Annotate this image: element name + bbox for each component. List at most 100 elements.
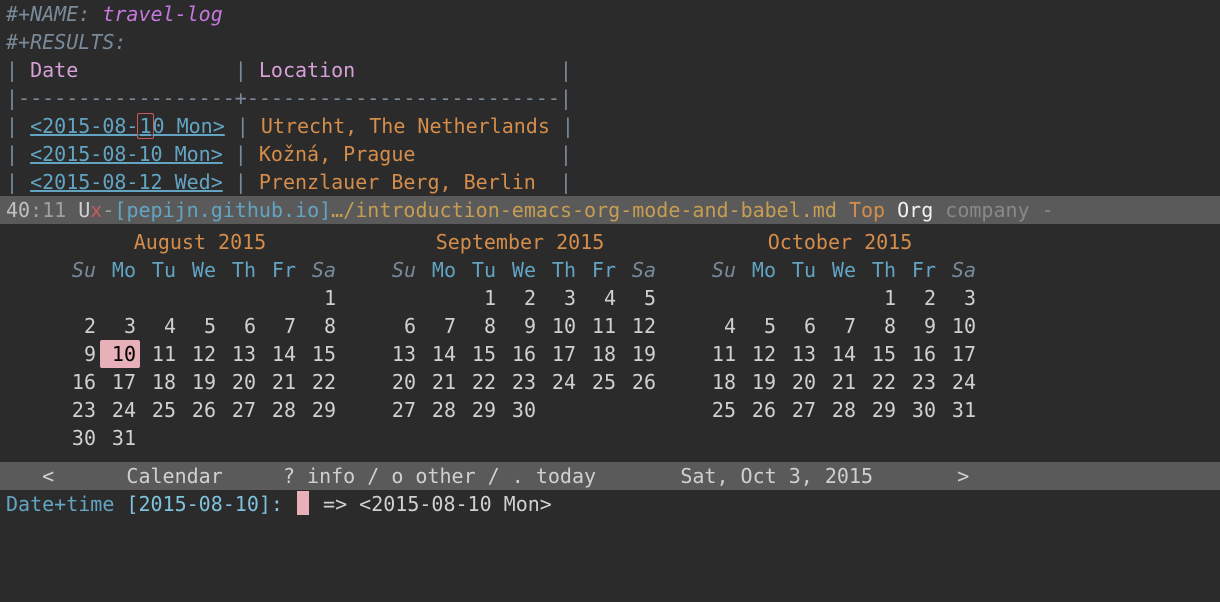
calendar-day[interactable]: 1 [460, 284, 500, 312]
calendar-day[interactable]: 10 [540, 312, 580, 340]
calendar-day[interactable]: 30 [900, 396, 940, 424]
cal-next[interactable]: > [957, 464, 969, 488]
calendar-day[interactable]: 4 [140, 312, 180, 340]
calendar-day[interactable]: 23 [60, 396, 100, 424]
calendar-day[interactable]: 3 [540, 284, 580, 312]
calendar-day[interactable]: 10 [100, 340, 140, 368]
calendar-day[interactable]: 7 [820, 312, 860, 340]
date-cell[interactable]: <2015-08-12 Wed> [30, 170, 223, 194]
calendar-day[interactable]: 21 [820, 368, 860, 396]
calendar-day[interactable]: 5 [620, 284, 660, 312]
calendar-day[interactable]: 30 [500, 396, 540, 424]
calendar-day[interactable]: 12 [620, 312, 660, 340]
calendar-day[interactable]: 20 [780, 368, 820, 396]
calendar-day[interactable]: 6 [380, 312, 420, 340]
date-cell[interactable]: <2015-08-10 Mon> [30, 142, 223, 166]
calendar-day[interactable]: 14 [420, 340, 460, 368]
calendar-day[interactable]: 31 [100, 424, 140, 452]
date-cell[interactable]: <2015-08-10 Mon> [30, 114, 225, 138]
calendar-day[interactable]: 19 [180, 368, 220, 396]
calendar-day[interactable]: 2 [900, 284, 940, 312]
calendar-day[interactable]: 12 [740, 340, 780, 368]
calendar-day[interactable]: 15 [460, 340, 500, 368]
calendar-day[interactable]: 16 [500, 340, 540, 368]
calendar-day[interactable]: 9 [60, 340, 100, 368]
calendar-day[interactable]: 24 [540, 368, 580, 396]
calendar-day[interactable]: 21 [260, 368, 300, 396]
calendar-day[interactable]: 13 [380, 340, 420, 368]
calendar-day[interactable]: 30 [60, 424, 100, 452]
calendar-day[interactable]: 25 [580, 368, 620, 396]
minibuffer[interactable]: Date+time [2015-08-10]: => <2015-08-10 M… [0, 490, 1220, 518]
calendar-day[interactable]: 27 [780, 396, 820, 424]
calendar-day[interactable]: 25 [700, 396, 740, 424]
calendar-day[interactable]: 22 [300, 368, 340, 396]
calendar-day[interactable]: 7 [260, 312, 300, 340]
calendar-day[interactable]: 4 [580, 284, 620, 312]
calendar-day[interactable]: 17 [100, 368, 140, 396]
calendar-day[interactable]: 20 [220, 368, 260, 396]
calendar-day[interactable]: 27 [380, 396, 420, 424]
calendar-day[interactable]: 11 [580, 312, 620, 340]
calendar-day[interactable]: 8 [300, 312, 340, 340]
calendar-day[interactable]: 24 [100, 396, 140, 424]
calendar-day[interactable]: 29 [460, 396, 500, 424]
calendar-window[interactable]: August 2015SuMoTuWeThFrSa123456789101112… [0, 224, 1220, 452]
calendar-day[interactable]: 19 [620, 340, 660, 368]
calendar-day[interactable]: 26 [180, 396, 220, 424]
calendar-day[interactable]: 17 [540, 340, 580, 368]
calendar-day[interactable]: 25 [140, 396, 180, 424]
calendar-day[interactable]: 5 [180, 312, 220, 340]
calendar-day[interactable]: 3 [940, 284, 980, 312]
calendar-day[interactable]: 22 [460, 368, 500, 396]
calendar-day[interactable]: 13 [780, 340, 820, 368]
calendar-day[interactable]: 28 [420, 396, 460, 424]
calendar-day[interactable]: 23 [900, 368, 940, 396]
calendar-day[interactable]: 16 [900, 340, 940, 368]
calendar-day[interactable]: 6 [780, 312, 820, 340]
calendar-day[interactable]: 21 [420, 368, 460, 396]
calendar-day[interactable]: 18 [700, 368, 740, 396]
calendar-day[interactable]: 19 [740, 368, 780, 396]
calendar-day[interactable]: 11 [700, 340, 740, 368]
calendar-day[interactable]: 28 [820, 396, 860, 424]
calendar-day[interactable]: 18 [580, 340, 620, 368]
calendar-day[interactable]: 8 [460, 312, 500, 340]
calendar-day[interactable]: 2 [500, 284, 540, 312]
calendar-day[interactable]: 10 [940, 312, 980, 340]
calendar-day[interactable]: 29 [860, 396, 900, 424]
calendar-day[interactable]: 15 [860, 340, 900, 368]
calendar-day[interactable]: 24 [940, 368, 980, 396]
org-buffer[interactable]: #+NAME: travel-log #+RESULTS: | Date | L… [0, 0, 1220, 196]
calendar-day[interactable]: 1 [300, 284, 340, 312]
calendar-day[interactable]: 3 [100, 312, 140, 340]
calendar-day[interactable]: 11 [140, 340, 180, 368]
calendar-day[interactable]: 8 [860, 312, 900, 340]
calendar-day[interactable]: 1 [860, 284, 900, 312]
calendar-day[interactable]: 20 [380, 368, 420, 396]
calendar-day[interactable]: 12 [180, 340, 220, 368]
calendar-day[interactable]: 26 [740, 396, 780, 424]
calendar-day[interactable]: 22 [860, 368, 900, 396]
calendar-day[interactable]: 31 [940, 396, 980, 424]
calendar-day[interactable]: 27 [220, 396, 260, 424]
calendar-day[interactable]: 28 [260, 396, 300, 424]
calendar-day[interactable]: 14 [260, 340, 300, 368]
calendar-day[interactable]: 18 [140, 368, 180, 396]
calendar-day[interactable]: 16 [60, 368, 100, 396]
calendar-day[interactable]: 17 [940, 340, 980, 368]
calendar-day[interactable]: 14 [820, 340, 860, 368]
calendar-day[interactable]: 7 [420, 312, 460, 340]
calendar-day[interactable]: 5 [740, 312, 780, 340]
cal-prev[interactable]: < [42, 464, 54, 488]
calendar-day[interactable]: 9 [500, 312, 540, 340]
calendar-day[interactable]: 29 [300, 396, 340, 424]
calendar-day[interactable]: 6 [220, 312, 260, 340]
calendar-day[interactable]: 15 [300, 340, 340, 368]
calendar-day[interactable]: 4 [700, 312, 740, 340]
calendar-day[interactable]: 2 [60, 312, 100, 340]
calendar-day[interactable]: 23 [500, 368, 540, 396]
calendar-day[interactable]: 26 [620, 368, 660, 396]
calendar-day[interactable]: 13 [220, 340, 260, 368]
calendar-day[interactable]: 9 [900, 312, 940, 340]
